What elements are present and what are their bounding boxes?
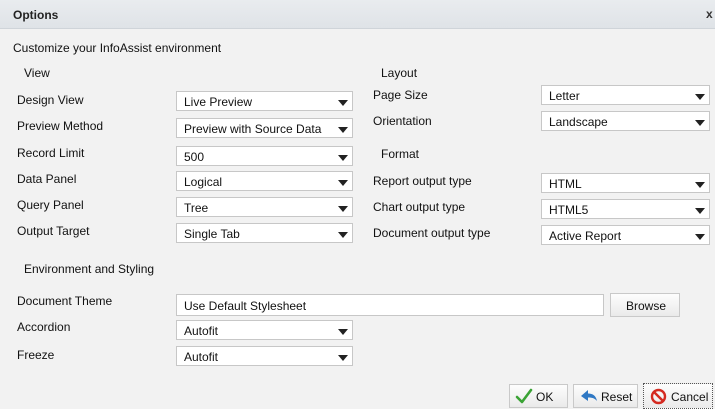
chevron-down-icon[interactable] [689, 200, 709, 218]
browse-button[interactable]: Browse [610, 293, 680, 317]
freeze-label: Freeze [17, 348, 55, 362]
dialog-heading: Customize your InfoAssist environment [13, 41, 222, 55]
query-panel-label: Query Panel [17, 198, 84, 212]
format-section-label: Format [381, 147, 420, 161]
ok-button[interactable]: OK [509, 384, 568, 408]
chevron-down-icon[interactable] [332, 321, 352, 339]
reset-button-label: Reset [601, 390, 633, 404]
browse-button-label: Browse [626, 299, 667, 313]
reset-arrow-icon [581, 390, 597, 401]
chart-output-label: Chart output type [373, 200, 466, 214]
output-target-label: Output Target [17, 224, 90, 238]
chevron-down-icon[interactable] [689, 112, 709, 130]
close-icon[interactable]: x [706, 7, 713, 21]
view-section-label: View [24, 66, 50, 80]
document-theme-field[interactable]: Use Default Stylesheet [176, 294, 604, 316]
dialog-titlebar [0, 0, 715, 29]
accordion-label: Accordion [17, 320, 71, 334]
orientation-value: Landscape [549, 115, 608, 129]
query-panel-select[interactable]: Tree [176, 197, 353, 217]
freeze-select[interactable]: Autofit [176, 346, 353, 366]
document-theme-label: Document Theme [17, 294, 113, 308]
chevron-down-icon[interactable] [332, 92, 352, 110]
report-output-select[interactable]: HTML [541, 173, 710, 193]
orientation-select[interactable]: Landscape [541, 111, 710, 131]
document-output-select[interactable]: Active Report [541, 225, 710, 245]
data-panel-select[interactable]: Logical [176, 171, 353, 191]
cancel-button[interactable]: Cancel [643, 383, 713, 409]
preview-method-select[interactable]: Preview with Source Data [176, 118, 353, 138]
data-panel-value: Logical [184, 175, 223, 189]
chart-output-select[interactable]: HTML5 [541, 199, 710, 219]
chevron-down-icon[interactable] [332, 347, 352, 365]
reset-button[interactable]: Reset [573, 384, 638, 408]
layout-section-label: Layout [381, 66, 418, 80]
cancel-button-label: Cancel [671, 390, 709, 404]
page-size-select[interactable]: Letter [541, 85, 710, 105]
dialog-title: Options [13, 8, 59, 22]
query-panel-value: Tree [184, 201, 209, 215]
output-target-value: Single Tab [184, 227, 240, 241]
chevron-down-icon[interactable] [332, 147, 352, 165]
chart-output-value: HTML5 [549, 203, 589, 217]
ok-button-label: OK [536, 390, 554, 404]
page-size-value: Letter [549, 89, 580, 103]
page-size-label: Page Size [373, 88, 428, 102]
chevron-down-icon[interactable] [689, 226, 709, 244]
report-output-value: HTML [549, 177, 582, 191]
chevron-down-icon[interactable] [332, 172, 352, 190]
design-view-value: Live Preview [184, 95, 253, 109]
environment-section-label: Environment and Styling [24, 262, 155, 276]
data-panel-label: Data Panel [17, 172, 77, 186]
record-limit-label: Record Limit [17, 146, 85, 160]
accordion-value: Autofit [184, 324, 219, 338]
record-limit-value: 500 [184, 150, 205, 164]
design-view-label: Design View [17, 93, 84, 107]
freeze-value: Autofit [184, 350, 219, 364]
record-limit-select[interactable]: 500 [176, 146, 353, 166]
accordion-select[interactable]: Autofit [176, 320, 353, 340]
output-target-select[interactable]: Single Tab [176, 223, 353, 243]
chevron-down-icon[interactable] [332, 224, 352, 242]
document-theme-value: Use Default Stylesheet [184, 299, 307, 313]
preview-method-label: Preview Method [17, 119, 104, 133]
design-view-select[interactable]: Live Preview [176, 91, 353, 111]
cancel-icon [650, 388, 667, 405]
checkmark-icon [515, 388, 533, 404]
document-output-value: Active Report [549, 229, 622, 243]
document-output-label: Document output type [373, 226, 491, 240]
report-output-label: Report output type [373, 174, 472, 188]
orientation-label: Orientation [373, 114, 432, 128]
chevron-down-icon[interactable] [332, 198, 352, 216]
chevron-down-icon[interactable] [332, 119, 352, 137]
chevron-down-icon[interactable] [689, 86, 709, 104]
preview-method-value: Preview with Source Data [184, 122, 322, 136]
chevron-down-icon[interactable] [689, 174, 709, 192]
